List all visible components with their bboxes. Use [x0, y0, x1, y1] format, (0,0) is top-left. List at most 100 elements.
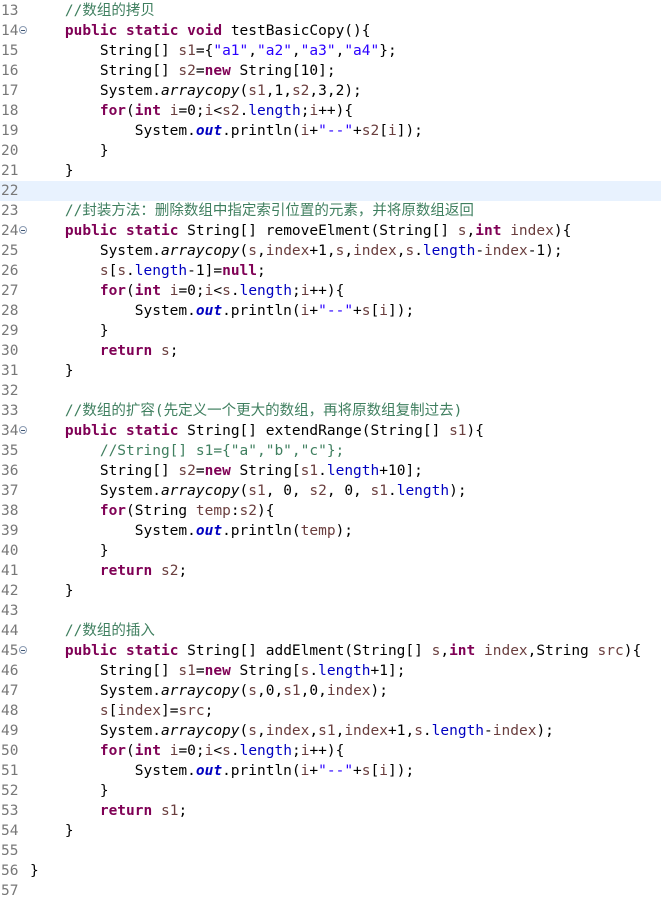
code-token: +10];	[379, 463, 423, 479]
code-line-37[interactable]: 37 System.arraycopy(s1, 0, s2, 0, s1.len…	[0, 481, 661, 501]
code-line-27[interactable]: 27 for(int i=0;i<s.length;i++){	[0, 281, 661, 301]
code-token: static	[126, 23, 179, 39]
code-line-28[interactable]: 28 System.out.println(i+"--"+s[i]);	[0, 301, 661, 321]
code-token: ){	[466, 423, 484, 439]
code-token: [	[370, 763, 380, 779]
line-number-gutter: 18	[0, 101, 30, 121]
code-token: index	[265, 723, 310, 739]
code-line-17[interactable]: 17 System.arraycopy(s1,1,s2,3,2);	[0, 81, 661, 101]
code-line-48[interactable]: 48 s[index]=src;	[0, 701, 661, 721]
code-editor[interactable]: 13 //数组的拷贝 14 public static void testBasi…	[0, 0, 661, 901]
code-token: .	[422, 723, 432, 739]
code-line-40[interactable]: 40 }	[0, 541, 661, 561]
fold-collapse-icon[interactable]	[19, 26, 27, 34]
code-line-31[interactable]: 31 }	[0, 361, 661, 381]
code-line-26[interactable]: 26 s[s.length-1]=null;	[0, 261, 661, 281]
code-line-18[interactable]: 18 for(int i=0;i<s2.length;i++){	[0, 101, 661, 121]
code-line-16[interactable]: 16 String[] s2=new String[10];	[0, 61, 661, 81]
code-line-20[interactable]: 20 }	[0, 141, 661, 161]
code-line-23[interactable]: 23 //封装方法：删除数组中指定索引位置的元素，并将原数组返回	[0, 201, 661, 221]
code-line-42[interactable]: 42 }	[0, 581, 661, 601]
code-line-50[interactable]: 50 for(int i=0;i<s.length;i++){	[0, 741, 661, 761]
fold-collapse-icon[interactable]	[19, 426, 27, 434]
code-line-49[interactable]: 49 System.arraycopy(s,index,s1,index+1,s…	[0, 721, 661, 741]
code-line-22[interactable]: 22	[0, 181, 661, 201]
code-token: int	[134, 283, 161, 299]
code-token: -1);	[527, 243, 563, 259]
code-line-43[interactable]: 43	[0, 601, 661, 621]
code-line-39[interactable]: 39 System.out.println(temp);	[0, 521, 661, 541]
code-token: s1	[248, 83, 266, 99]
code-token: System.	[30, 683, 161, 699]
code-line-45[interactable]: 45 public static String[] addElment(Stri…	[0, 641, 661, 661]
code-line-33[interactable]: 33 //数组的扩容(先定义一个更大的数组，再将原数组复制过去)	[0, 401, 661, 421]
fold-collapse-icon[interactable]	[19, 646, 27, 654]
code-line-54[interactable]: 54 }	[0, 821, 661, 841]
line-number: 21	[1, 163, 19, 179]
code-text: String[] s2=new String[s1.length+10];	[30, 461, 423, 481]
code-line-51[interactable]: 51 System.out.println(i+"--"+s[i]);	[0, 761, 661, 781]
code-line-53[interactable]: 53 return s1;	[0, 801, 661, 821]
code-line-29[interactable]: 29 }	[0, 321, 661, 341]
line-number: 36	[1, 463, 19, 479]
code-token: length	[396, 483, 450, 499]
code-token: }	[30, 363, 74, 379]
code-text: }	[30, 541, 109, 561]
code-line-47[interactable]: 47 System.arraycopy(s,0,s1,0,index);	[0, 681, 661, 701]
code-line-24[interactable]: 24 public static String[] removeElment(S…	[0, 221, 661, 241]
code-text: System.out.println(i+"--"+s2[i]);	[30, 121, 423, 141]
code-token: String[] extendRange(String[]	[178, 423, 450, 439]
line-number-gutter: 37	[0, 481, 30, 501]
code-line-36[interactable]: 36 String[] s2=new String[s1.length+10];	[0, 461, 661, 481]
code-line-19[interactable]: 19 System.out.println(i+"--"+s2[i]);	[0, 121, 661, 141]
code-line-57[interactable]: 57	[0, 881, 661, 901]
code-token: .println(	[222, 303, 301, 319]
code-line-38[interactable]: 38 for(String temp:s2){	[0, 501, 661, 521]
line-number-gutter: 26	[0, 261, 30, 281]
code-token: ,	[344, 243, 354, 259]
code-line-44[interactable]: 44 //数组的插入	[0, 621, 661, 641]
code-token: );	[449, 483, 467, 499]
line-number-gutter: 16	[0, 61, 30, 81]
code-line-32[interactable]: 32	[0, 381, 661, 401]
code-line-41[interactable]: 41 return s2;	[0, 561, 661, 581]
code-line-34[interactable]: 34 public static String[] extendRange(St…	[0, 421, 661, 441]
code-token: return	[99, 343, 153, 359]
code-line-21[interactable]: 21 }	[0, 161, 661, 181]
code-line-25[interactable]: 25 System.arraycopy(s,index+1,s,index,s.…	[0, 241, 661, 261]
code-token: ,0,	[257, 683, 284, 699]
code-token: ++){	[318, 103, 354, 119]
line-number: 33	[1, 403, 19, 419]
line-number-gutter: 21	[0, 161, 30, 181]
code-line-30[interactable]: 30 return s;	[0, 341, 661, 361]
code-token: s2	[309, 483, 327, 499]
code-token: }	[30, 543, 109, 559]
line-number: 48	[1, 703, 19, 719]
code-token: s	[361, 303, 371, 319]
line-number: 31	[1, 363, 19, 379]
code-line-55[interactable]: 55	[0, 841, 661, 861]
code-token: index	[326, 683, 371, 699]
code-line-13[interactable]: 13 //数组的拷贝	[0, 1, 661, 21]
code-text: }	[30, 781, 109, 801]
code-line-14[interactable]: 14 public static void testBasicCopy(){	[0, 21, 661, 41]
code-token: =	[195, 463, 205, 479]
line-number-gutter: 34	[0, 421, 30, 441]
code-token: .	[230, 743, 240, 759]
fold-collapse-icon[interactable]	[19, 226, 27, 234]
code-token: ,	[257, 723, 266, 739]
code-token: ={	[195, 43, 214, 59]
code-token: out	[195, 523, 223, 539]
code-line-35[interactable]: 35 //String[] s1={"a","b","c"};	[0, 441, 661, 461]
line-number-gutter: 29	[0, 321, 30, 341]
code-line-56[interactable]: 56}	[0, 861, 661, 881]
code-token: ++){	[309, 283, 345, 299]
code-token: arraycopy	[160, 483, 240, 499]
code-line-52[interactable]: 52 }	[0, 781, 661, 801]
code-line-15[interactable]: 15 String[] s1={"a1","a2","a3","a4"};	[0, 41, 661, 61]
code-line-46[interactable]: 46 String[] s1=new String[s.length+1];	[0, 661, 661, 681]
code-token: );	[370, 683, 388, 699]
line-number-gutter: 22	[0, 181, 30, 201]
